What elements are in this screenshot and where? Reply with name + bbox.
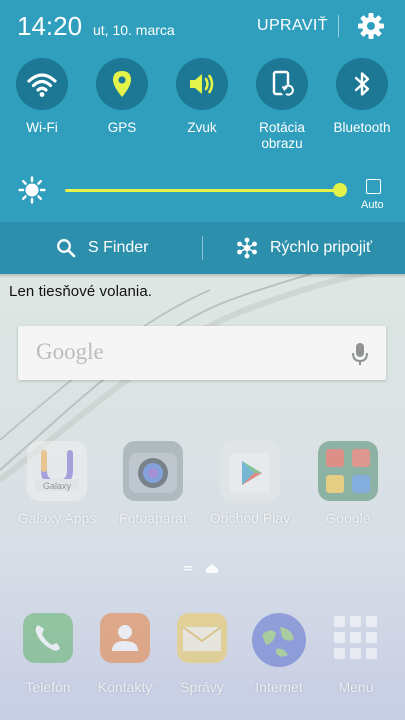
google-folder-icon xyxy=(318,441,378,501)
brightness-sun-icon xyxy=(18,176,46,204)
toggle-circle xyxy=(336,58,388,110)
edit-button[interactable]: UPRAVIŤ xyxy=(257,17,328,35)
toggle-circle xyxy=(176,58,228,110)
finder-bar: S Finder Rýchlo pripojiť xyxy=(0,222,405,274)
panel-header: 14:20 ut, 10. marca UPRAVIŤ xyxy=(0,0,405,52)
svg-text:Galaxy: Galaxy xyxy=(43,481,72,491)
toggle-label: Zvuk xyxy=(187,120,217,135)
app-camera[interactable]: Fotoaparát xyxy=(107,441,199,526)
toggle-gps[interactable]: GPS xyxy=(82,58,162,136)
emergency-calls-text: Len tiesňové volania. xyxy=(9,283,153,300)
app-play-store[interactable]: Obchod Play xyxy=(204,441,296,526)
toggle-label: Wi-Fi xyxy=(26,120,58,135)
contacts-icon xyxy=(100,613,150,663)
speaker-icon xyxy=(190,74,214,94)
app-row: Galaxy Galaxy Apps Fotoaparát Obchod Pla… xyxy=(0,441,405,541)
brightness-slider-thumb[interactable] xyxy=(333,183,347,197)
notification-panel: 14:20 ut, 10. marca UPRAVIŤ Wi-Fi GPS Zv… xyxy=(0,0,405,274)
s-finder-label: S Finder xyxy=(88,239,149,256)
toggle-wifi[interactable]: Wi-Fi xyxy=(2,58,82,136)
finder-divider xyxy=(202,236,203,260)
brightness-control: Auto xyxy=(0,168,405,218)
play-store-icon xyxy=(220,441,280,501)
toggle-label: Rotácia obrazu xyxy=(259,120,305,151)
app-google-folder[interactable]: Google xyxy=(302,441,394,526)
microphone-icon[interactable] xyxy=(350,341,370,367)
location-pin-icon xyxy=(113,71,131,97)
page-indicator xyxy=(184,564,218,573)
header-divider xyxy=(338,15,339,37)
s-finder-button[interactable]: S Finder xyxy=(56,222,148,274)
app-galaxy-apps[interactable]: Galaxy Galaxy Apps xyxy=(11,441,103,526)
clock-date: ut, 10. marca xyxy=(93,22,175,38)
clock-time: 14:20 xyxy=(17,11,83,41)
internet-globe-icon xyxy=(252,613,306,667)
galaxy-apps-icon: Galaxy xyxy=(27,441,87,501)
brightness-slider-track[interactable] xyxy=(65,189,340,192)
camera-icon xyxy=(123,441,183,501)
toggle-circle xyxy=(16,58,68,110)
toggle-circle xyxy=(256,58,308,110)
toggle-circle xyxy=(96,58,148,110)
apps-grid-icon xyxy=(331,613,381,663)
app-label: Obchod Play xyxy=(209,510,291,526)
dock: Telefón Kontakty Správy Internet Menu xyxy=(0,613,405,713)
settings-gear-icon[interactable] xyxy=(357,12,385,40)
google-search-bar[interactable]: Google xyxy=(18,326,386,380)
quick-connect-button[interactable]: Rýchlo pripojiť xyxy=(236,222,372,274)
app-label: Fotoaparát xyxy=(119,510,187,526)
auto-brightness-checkbox[interactable] xyxy=(366,179,381,194)
auto-brightness-label: Auto xyxy=(361,199,384,211)
app-label: Menu xyxy=(338,679,374,695)
toggle-bluetooth[interactable]: Bluetooth xyxy=(322,58,402,136)
wifi-icon xyxy=(27,73,57,97)
app-label: Galaxy Apps xyxy=(17,510,97,526)
toggle-label: GPS xyxy=(107,120,137,135)
search-icon xyxy=(57,239,76,258)
quick-connect-label: Rýchlo pripojiť xyxy=(270,239,373,256)
screen-rotation-icon xyxy=(272,70,295,98)
phone-icon xyxy=(23,613,73,663)
toggle-screen-rotation[interactable]: Rotácia obrazu xyxy=(242,58,322,152)
panel-shadow xyxy=(0,274,405,278)
toggle-label: Bluetooth xyxy=(333,120,391,135)
google-logo: Google xyxy=(36,339,104,364)
toggle-sound[interactable]: Zvuk xyxy=(162,58,242,136)
quick-toggles: Wi-Fi GPS Zvuk Rotácia obrazu Bluetooth xyxy=(0,58,405,158)
messages-icon xyxy=(177,613,227,663)
bluetooth-icon xyxy=(354,72,370,96)
app-menu[interactable]: Menu xyxy=(310,613,402,695)
quick-connect-icon xyxy=(237,237,257,259)
app-label: Google xyxy=(325,510,371,526)
